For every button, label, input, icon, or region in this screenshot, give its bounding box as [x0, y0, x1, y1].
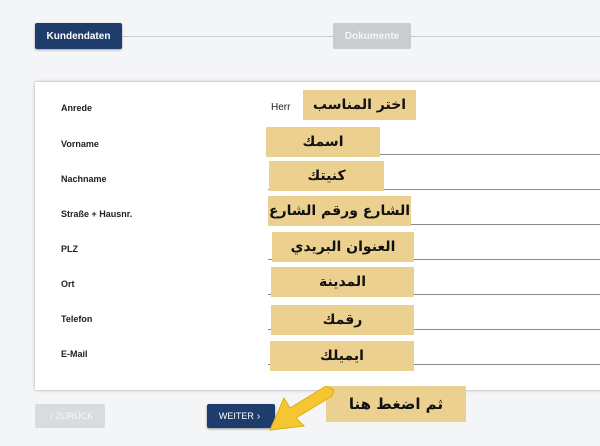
label-telefon: Telefon	[61, 314, 93, 324]
label-anrede: Anrede	[61, 103, 93, 113]
annotation-first-name: اسمك	[266, 127, 380, 157]
annotation-choose: اختر المناسب	[303, 90, 416, 120]
arrow-pointer-icon	[269, 386, 335, 431]
step-dokumente[interactable]: Dokumente	[333, 23, 411, 49]
label-vorname: Vorname	[61, 139, 99, 149]
label-plz: PLZ	[61, 244, 78, 254]
step-kundendaten[interactable]: Kundendaten	[35, 23, 122, 49]
back-button[interactable]: ‹ ZURÜCK	[35, 404, 105, 428]
annotation-last-name: كنيتك	[269, 161, 384, 191]
anrede-select-value[interactable]: Herr	[271, 102, 290, 113]
annotation-street: الشارع ورقم الشارع	[268, 196, 411, 226]
annotation-postal: العنوان البريدي	[272, 232, 414, 262]
annotation-city: المدينة	[271, 267, 414, 297]
label-nachname: Nachname	[61, 174, 107, 184]
label-strasse: Straße + Hausnr.	[61, 209, 133, 219]
label-email: E-Mail	[61, 349, 88, 359]
chevron-left-icon: ‹	[49, 410, 53, 422]
label-ort: Ort	[61, 279, 75, 289]
chevron-right-icon: ›	[256, 410, 261, 422]
annotation-email: ايميلك	[270, 341, 414, 371]
next-button[interactable]: WEITER ›	[207, 404, 275, 428]
back-button-label: ZURÜCK	[55, 411, 94, 421]
annotation-phone: رقمك	[271, 305, 414, 335]
annotation-click-here: ثم اضغط هنا	[326, 386, 466, 422]
next-button-label: WEITER	[218, 411, 254, 421]
